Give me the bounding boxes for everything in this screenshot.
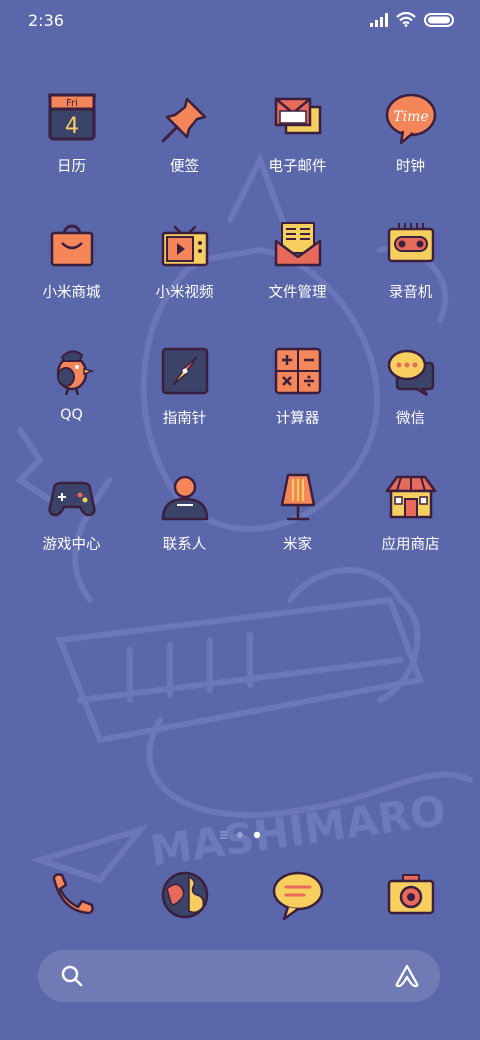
bird-character-icon (56, 350, 95, 396)
cassette-icon (387, 223, 434, 263)
dock-browser[interactable] (128, 862, 241, 926)
person-icon (161, 475, 208, 521)
lamp-icon (280, 473, 315, 521)
pushpin-icon (161, 97, 206, 143)
compass-icon (161, 347, 208, 395)
status-bar: 2:36 (0, 0, 480, 40)
wifi-icon (396, 12, 416, 27)
app-label: 日历 (57, 159, 86, 175)
app-calculator[interactable]: 计算器 (241, 338, 354, 448)
app-clock[interactable]: Time 时钟 (354, 86, 467, 196)
assistant-icon[interactable] (394, 964, 420, 988)
app-label: 应用商店 (381, 537, 440, 553)
camera-icon (387, 874, 434, 915)
app-label: 小米商城 (42, 285, 101, 301)
page-dot-active (253, 831, 261, 839)
app-label: 电子邮件 (268, 159, 327, 175)
gamepad-icon (47, 481, 96, 517)
app-label: QQ (60, 407, 83, 423)
app-mi-store[interactable]: 小米商城 (15, 212, 128, 322)
battery-icon (424, 12, 454, 27)
phone-icon (52, 873, 94, 915)
envelope-icon (274, 97, 321, 135)
store-icon (385, 475, 436, 519)
svg-text:Fri: Fri (66, 98, 78, 109)
app-mi-home[interactable]: 米家 (241, 464, 354, 574)
app-file-manager[interactable]: 文件管理 (241, 212, 354, 322)
app-label: 小米视频 (155, 285, 214, 301)
app-label: 联系人 (162, 537, 207, 553)
signal-icon (370, 12, 388, 27)
page-dot (237, 832, 243, 838)
app-qq[interactable]: QQ (15, 338, 128, 448)
svg-text:Time: Time (393, 109, 428, 125)
app-label: 便签 (170, 159, 199, 175)
shopping-bag-icon (50, 224, 93, 267)
app-calendar[interactable]: Fri 4 日历 (15, 86, 128, 196)
app-label: 计算器 (275, 411, 320, 427)
calculator-icon (274, 347, 321, 395)
search-icon (61, 965, 83, 987)
app-mi-video[interactable]: 小米视频 (128, 212, 241, 322)
search-bar[interactable] (38, 950, 440, 1002)
tv-icon (161, 225, 208, 267)
chat-bubbles-icon (387, 349, 434, 397)
app-compass[interactable]: 指南针 (128, 338, 241, 448)
app-app-store[interactable]: 应用商店 (354, 464, 467, 574)
page-indicator[interactable] (0, 829, 480, 841)
app-recorder[interactable]: 录音机 (354, 212, 467, 322)
app-label: 文件管理 (268, 285, 327, 301)
dock-messages[interactable] (241, 862, 354, 926)
app-wechat[interactable]: 微信 (354, 338, 467, 448)
app-contacts[interactable]: 联系人 (128, 464, 241, 574)
app-label: 时钟 (396, 159, 425, 175)
app-label: 游戏中心 (42, 537, 101, 553)
app-game-center[interactable]: 游戏中心 (15, 464, 128, 574)
dock-camera[interactable] (354, 862, 467, 926)
svg-text:4: 4 (65, 114, 79, 139)
status-time: 2:36 (28, 11, 64, 30)
file-envelope-icon (274, 222, 321, 267)
app-label: 录音机 (388, 285, 433, 301)
status-icons (370, 12, 454, 27)
dock (0, 862, 480, 926)
app-label: 米家 (283, 537, 312, 553)
page-dot-list (220, 831, 227, 839)
clock-bubble-icon: Time (385, 93, 436, 145)
app-label: 微信 (396, 411, 425, 427)
calendar-icon: Fri 4 (48, 93, 95, 141)
app-email[interactable]: 电子邮件 (241, 86, 354, 196)
globe-icon (161, 871, 208, 919)
message-bubble-icon (272, 871, 323, 921)
app-notes[interactable]: 便签 (128, 86, 241, 196)
app-label: 指南针 (162, 411, 207, 427)
dock-phone[interactable] (15, 862, 128, 926)
